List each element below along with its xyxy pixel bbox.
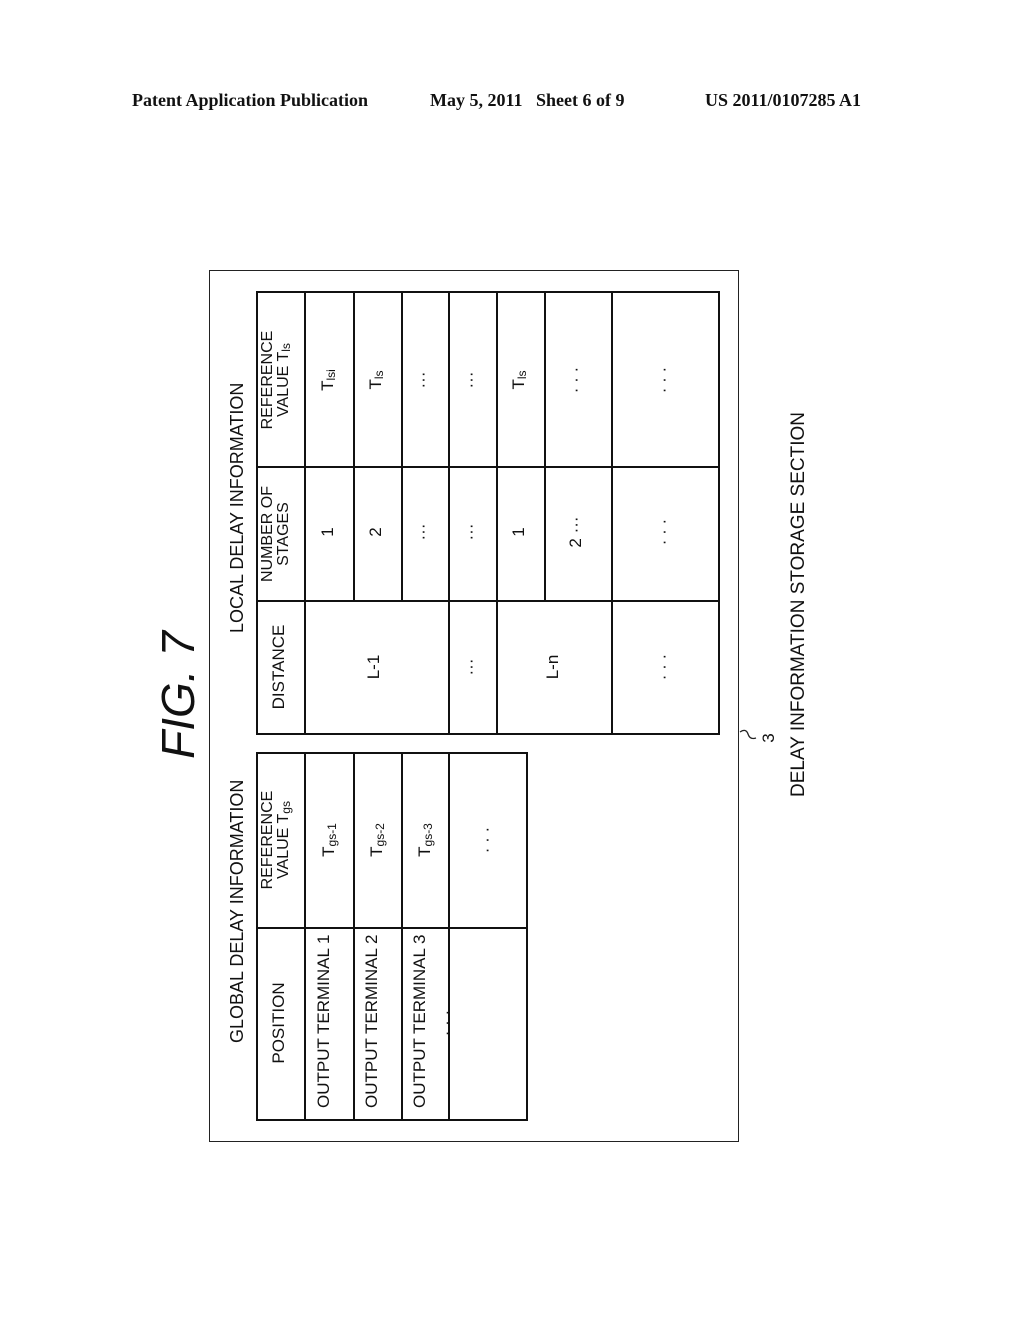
local-ref-7: · · · — [654, 366, 673, 394]
global-row-1-position: OUTPUT TERMINAL 1 — [314, 934, 333, 1109]
local-ref-5: Tls — [509, 370, 529, 390]
global-row-4-value: · · · — [477, 826, 496, 854]
global-row-3-position: OUTPUT TERMINAL 3 — [410, 934, 429, 1109]
local-distance-4: · · · — [654, 653, 673, 681]
global-row-2-value: Tgs-2 — [367, 823, 387, 857]
global-header-position: POSITION — [269, 982, 288, 1064]
local-table-title: LOCAL DELAY INFORMATION — [227, 382, 247, 633]
local-stages-1: 1 — [318, 527, 337, 537]
local-stages-2: 2 — [366, 527, 385, 537]
global-table-title: GLOBAL DELAY INFORMATION — [227, 779, 247, 1043]
figure-caption: DELAY INFORMATION STORAGE SECTION — [788, 412, 809, 797]
local-ref-2: Tls — [366, 370, 386, 390]
local-stages-4: ··· — [461, 523, 480, 541]
reference-numeral: 3 — [759, 733, 778, 743]
date-sheet: May 5, 2011 Sheet 6 of 9 — [430, 90, 625, 110]
local-stages-7: · · · — [654, 518, 673, 546]
global-row-2-position: OUTPUT TERMINAL 2 — [362, 934, 381, 1109]
local-header-stages: NUMBER OF STAGES — [259, 486, 292, 582]
publication-label: Patent Application Publication — [132, 90, 369, 110]
local-distance-3: L-n — [543, 654, 562, 680]
local-distance-2: ··· — [461, 658, 480, 676]
local-stages-5: 1 — [509, 527, 528, 537]
local-ref-4: ··· — [461, 371, 480, 389]
figure-label: FIG. 7 — [152, 631, 204, 759]
local-stages-3: ··· — [413, 523, 432, 541]
patent-number: US 2011/0107285 A1 — [705, 90, 862, 110]
local-distance-1: L-1 — [364, 654, 383, 680]
local-ref-1: Tlsi — [318, 369, 338, 391]
local-ref-3: ··· — [413, 371, 432, 389]
local-header-distance: DISTANCE — [269, 624, 288, 710]
local-header-reference-value: REFERENCE VALUE Tls — [259, 330, 293, 430]
local-stages-6: 2 ··· — [566, 516, 585, 548]
global-row-1-value: Tgs-1 — [319, 823, 339, 857]
local-ref-6: · · · — [566, 366, 585, 394]
global-header-reference-value: REFERENCE VALUE Tgs — [259, 790, 293, 890]
global-row-4-position: · · · — [437, 1009, 456, 1037]
global-row-3-value: Tgs-3 — [415, 823, 435, 857]
